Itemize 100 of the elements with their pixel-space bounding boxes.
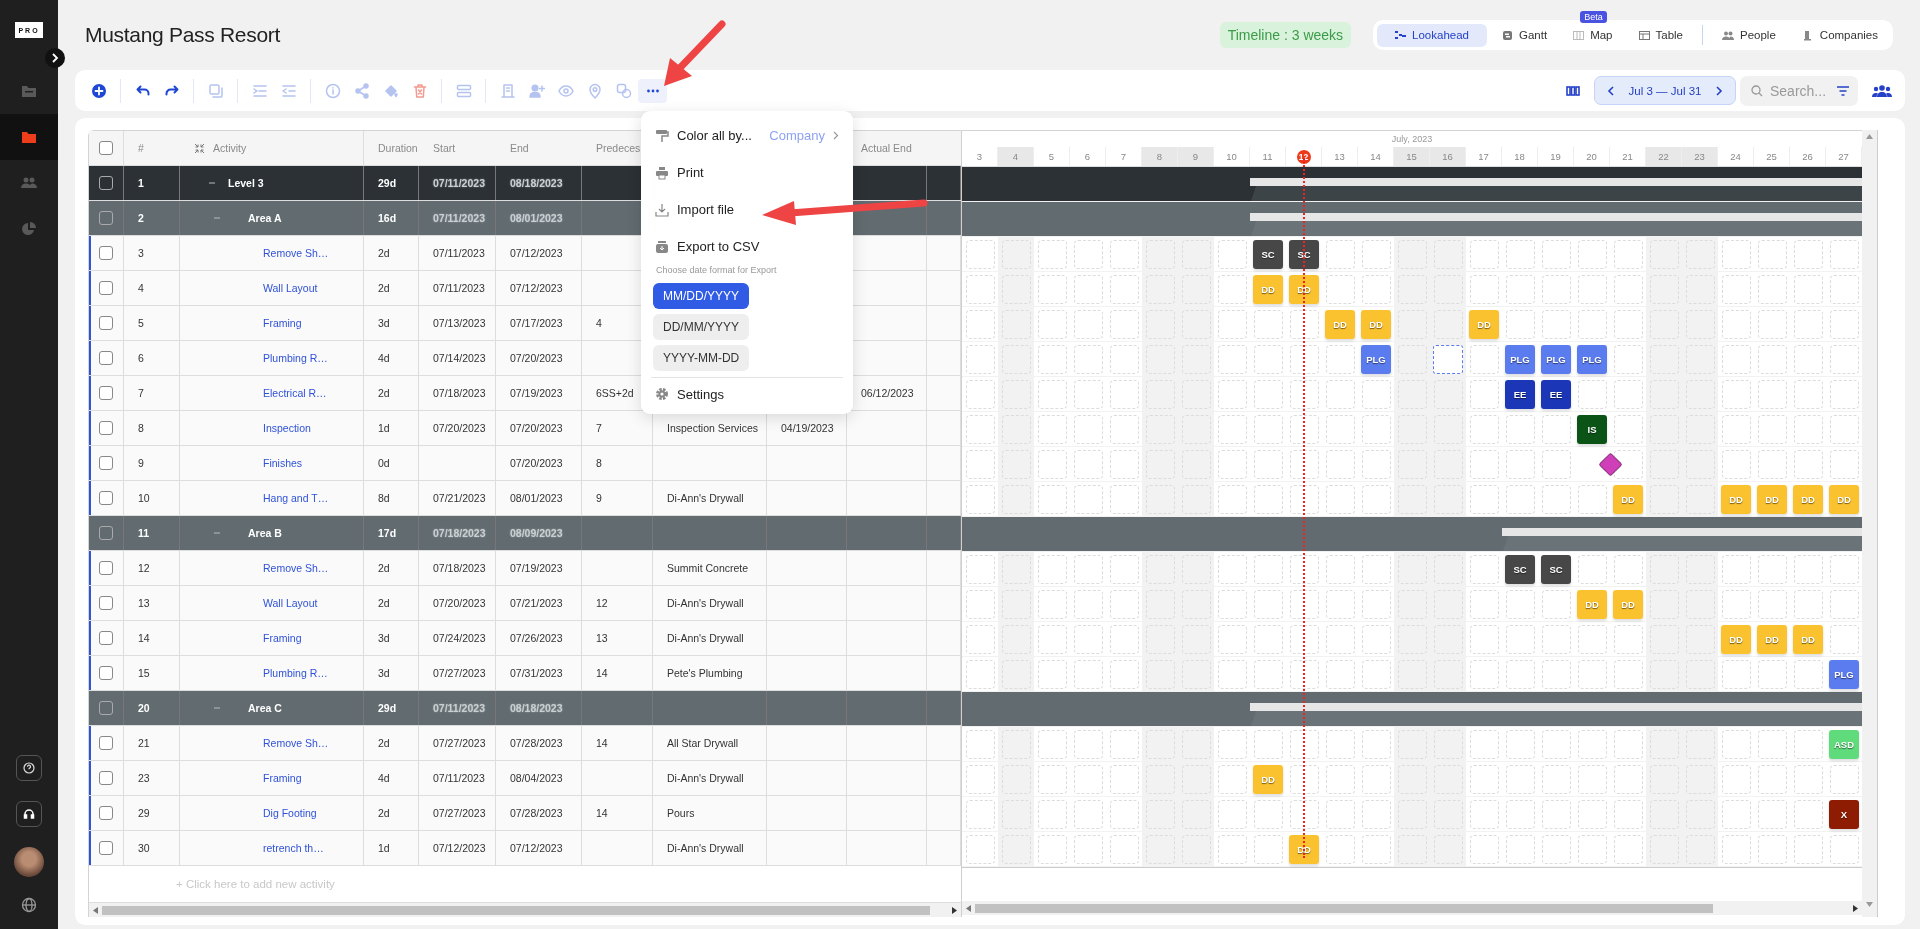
view-tab[interactable]: Map [1562,23,1624,47]
scroll-up-icon[interactable] [1866,134,1873,139]
scroll-right-icon[interactable] [952,906,957,914]
empty-slot[interactable] [1289,764,1319,794]
task-tile[interactable]: EE [1505,379,1535,409]
next-icon[interactable] [1715,85,1723,96]
empty-slot[interactable] [1289,309,1319,339]
previous-icon[interactable] [1607,85,1615,96]
checkbox[interactable] [99,211,113,225]
scroll-down-icon[interactable] [1866,902,1873,907]
activity-link[interactable]: Remove Sh… [263,562,329,574]
globe-icon[interactable] [21,897,37,913]
horizontal-scrollbar[interactable] [962,901,1862,915]
menu-item[interactable]: Settings [647,378,732,410]
task-tile[interactable]: SC [1505,554,1535,584]
column-header[interactable]: Activity [213,142,247,154]
collapse-icon[interactable] [213,704,221,712]
menu-item[interactable]: Color all by... Company [647,117,847,154]
date-format-chip[interactable]: MM/DD/YYYY [653,283,749,309]
date-range-picker[interactable]: Jul 3 — Jul 31 [1594,76,1736,105]
task-tile[interactable]: PLG [1829,659,1859,689]
task-tile[interactable]: SC [1289,239,1319,269]
activity-link[interactable]: Electrical R… [263,387,327,399]
empty-slot[interactable] [1289,449,1319,479]
checkbox[interactable] [99,526,113,540]
column-header[interactable]: Start [433,142,456,154]
expand-button[interactable] [45,48,65,68]
checkbox[interactable] [99,281,113,295]
collapse-icon[interactable] [213,214,221,222]
empty-slot[interactable] [1289,379,1319,409]
menu-item[interactable]: Import file [647,191,743,228]
activity-link[interactable]: Framing [263,317,302,329]
activity-link[interactable]: Wall Layout [263,282,318,294]
task-tile[interactable]: PLG [1505,344,1535,374]
checkbox[interactable] [99,141,113,155]
checkbox[interactable] [99,456,113,470]
column-header[interactable]: Predeces [596,142,641,154]
panel-button[interactable]: Companies [1790,23,1889,47]
column-header[interactable]: End [510,142,529,154]
scroll-right-icon[interactable] [1853,904,1858,912]
activity-link[interactable]: Framing [263,772,302,784]
horizontal-scrollbar[interactable] [89,903,961,917]
activity-link[interactable]: retrench th… [263,842,324,854]
checkbox[interactable] [99,666,113,680]
empty-slot[interactable] [1289,554,1319,584]
collapse-icon[interactable] [213,529,221,537]
checkbox[interactable] [99,596,113,610]
task-tile[interactable]: SC [1253,239,1283,269]
task-tile[interactable]: PLG [1541,344,1571,374]
column-header[interactable]: Actual End [861,142,912,154]
scroll-left-icon[interactable] [93,906,98,914]
view-tab[interactable]: Lookahead [1377,23,1487,47]
columns-icon[interactable] [1566,85,1580,96]
checkbox[interactable] [99,386,113,400]
checkbox[interactable] [99,736,113,750]
date-format-chip[interactable]: YYYY-MM-DD [653,345,750,371]
empty-slot[interactable] [1289,659,1319,689]
task-tile[interactable]: PLG [1361,344,1391,374]
empty-slot[interactable] [1289,624,1319,654]
checkbox[interactable] [99,246,113,260]
menu-item[interactable]: Export to CSV [647,228,768,265]
view-tab[interactable]: Table [1627,23,1694,47]
activity-link[interactable]: Hang and T… [263,492,329,504]
activity-link[interactable]: Remove Sh… [263,737,329,749]
sidebar-item[interactable] [0,114,58,160]
activity-link[interactable]: Plumbing R… [263,667,328,679]
empty-slot[interactable] [1289,344,1319,374]
vertical-scrollbar[interactable] [1862,130,1878,917]
avatar[interactable] [14,847,44,877]
checkbox[interactable] [99,421,113,435]
activity-link[interactable]: Framing [263,632,302,644]
help-button[interactable] [16,755,42,781]
task-tile[interactable]: PLG [1577,344,1607,374]
checkbox[interactable] [99,631,113,645]
collapse-icon[interactable] [208,179,216,187]
empty-slot[interactable] [1289,484,1319,514]
view-tab[interactable]: Gantt [1491,23,1559,47]
empty-slot[interactable] [1289,589,1319,619]
date-format-chip[interactable]: DD/MM/YYYY [653,314,749,340]
task-tile[interactable]: X [1829,799,1859,829]
empty-slot[interactable] [1289,729,1319,759]
checkbox[interactable] [99,561,113,575]
task-tile[interactable]: SC [1541,554,1571,584]
checkbox[interactable] [99,806,113,820]
activity-link[interactable]: Remove Sh… [263,247,329,259]
task-tile[interactable]: EE [1541,379,1571,409]
activity-link[interactable]: Wall Layout [263,597,318,609]
activity-link[interactable]: Finishes [263,457,303,469]
activity-link[interactable]: Plumbing R… [263,352,328,364]
support-button[interactable] [16,801,42,827]
activity-link[interactable]: Dig Footing [263,807,317,819]
collapse-all-icon[interactable] [194,142,205,154]
filter-icon[interactable] [1836,84,1850,97]
checkbox[interactable] [99,316,113,330]
column-header[interactable]: # [138,142,144,154]
scroll-left-icon[interactable] [966,904,971,912]
team-icon[interactable] [1872,83,1892,98]
highlighted-slot[interactable] [1433,344,1463,374]
task-tile[interactable]: IS [1577,414,1607,444]
panel-button[interactable]: People [1711,23,1787,47]
